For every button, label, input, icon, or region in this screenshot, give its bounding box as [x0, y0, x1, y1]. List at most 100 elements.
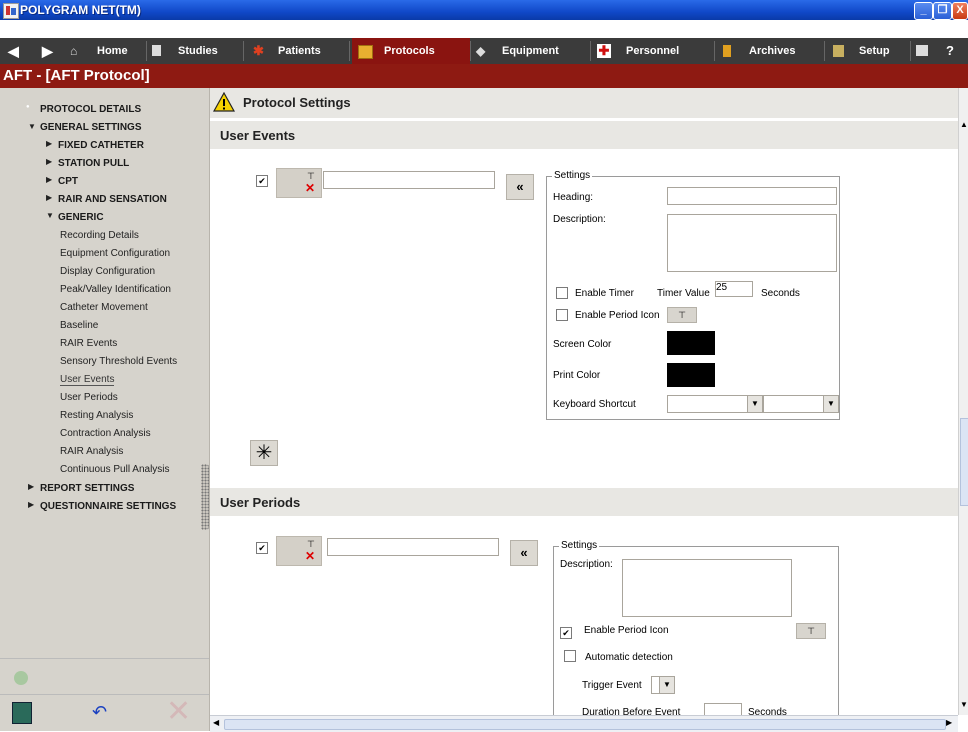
tree-item-user-events[interactable]: User Events [60, 374, 115, 386]
enable-period-icon-checkbox[interactable]: ✔ [560, 627, 572, 639]
forward-arrow-icon[interactable]: ▶ [42, 38, 60, 64]
sidebar-toolbar: ↶ ✕ [0, 658, 209, 732]
tree-item-catheter-movement[interactable]: Catheter Movement [60, 302, 148, 313]
expanded-arrow-icon[interactable]: ▼ [46, 211, 54, 220]
enable-timer-checkbox[interactable] [556, 287, 568, 299]
tree-item-sensory-threshold-events[interactable]: Sensory Threshold Events [60, 356, 177, 367]
close-window-button[interactable]: X [952, 2, 968, 20]
minimize-button[interactable]: _ [914, 2, 933, 20]
tree-item-continuous-pull-analysis[interactable]: Continuous Pull Analysis [60, 464, 170, 475]
user-event-icon-box[interactable]: ⊤ ✕ [276, 168, 322, 198]
description-label: Description: [560, 559, 613, 570]
vertical-scroll-thumb[interactable] [960, 418, 968, 506]
tree-item-rair-and-sensation[interactable]: RAIR AND SENSATION [58, 194, 167, 205]
period-icon-picker[interactable]: ⊤ [796, 623, 826, 639]
page-title: Protocol Settings [243, 95, 351, 110]
main-content: Protocol Settings User Events ✔ ⊤ ✕ « Se… [210, 88, 958, 715]
timer-value-input[interactable]: 25 [715, 281, 753, 297]
nav-equipment[interactable]: ◆ Equipment [474, 38, 584, 64]
period-description-textarea[interactable] [622, 559, 792, 617]
chevron-down-icon[interactable]: ▼ [823, 396, 838, 412]
nav-patients[interactable]: ✱ Patients [250, 38, 345, 64]
tree-item-station-pull[interactable]: STATION PULL [58, 158, 129, 169]
add-event-button[interactable]: ✳ [250, 440, 278, 466]
scroll-right-icon[interactable]: ▶ [946, 718, 952, 727]
tree-item-user-periods[interactable]: User Periods [60, 392, 118, 403]
vertical-scrollbar[interactable]: ▲ ▼ [958, 88, 968, 715]
add-item-icon[interactable] [14, 671, 28, 685]
nav-studies[interactable]: Studies [150, 38, 230, 64]
horizontal-scroll-thumb[interactable] [224, 719, 946, 730]
save-icon[interactable] [12, 702, 32, 724]
tree-item-equipment-configuration[interactable]: Equipment Configuration [60, 248, 170, 259]
automatic-detection-label: Automatic detection [585, 652, 673, 663]
tree-item-display-configuration[interactable]: Display Configuration [60, 266, 155, 277]
tree-item-peak-valley-identification[interactable]: Peak/Valley Identification [60, 284, 171, 295]
back-arrow-icon[interactable]: ◀ [8, 38, 28, 64]
user-period-icon-box[interactable]: ⊤ ✕ [276, 536, 322, 566]
period-icon-picker[interactable]: ⊤ [667, 307, 697, 323]
user-events-header: User Events [210, 121, 958, 149]
tree-item-protocol-details[interactable]: PROTOCOL DETAILS [40, 104, 141, 115]
trigger-event-select[interactable]: ▼ [651, 676, 675, 694]
splitter-handle[interactable] [201, 464, 209, 530]
tree-item-report-settings[interactable]: REPORT SETTINGS [40, 483, 134, 494]
screen-color-swatch[interactable] [667, 331, 715, 355]
scroll-down-icon[interactable]: ▼ [960, 700, 968, 709]
user-event-checkbox[interactable]: ✔ [256, 175, 268, 187]
tree-item-rair-analysis[interactable]: RAIR Analysis [60, 446, 123, 457]
expanded-arrow-icon[interactable]: ▼ [28, 122, 36, 131]
tree-item-recording-details[interactable]: Recording Details [60, 230, 139, 241]
horizontal-scrollbar[interactable]: ◀ ▶ [210, 715, 958, 732]
shortcut-modifier-select[interactable]: ▼ [667, 395, 763, 413]
print-color-swatch[interactable] [667, 363, 715, 387]
remove-icon[interactable]: ✕ [305, 549, 315, 563]
undo-icon[interactable]: ↶ [92, 703, 116, 721]
print-icon[interactable] [916, 38, 934, 64]
collapsed-arrow-icon[interactable]: ▶ [28, 482, 34, 491]
user-period-checkbox[interactable]: ✔ [256, 542, 268, 554]
collapsed-arrow-icon[interactable]: ▶ [46, 175, 52, 184]
maximize-button[interactable]: ❐ [933, 2, 952, 20]
nav-setup[interactable]: Setup [831, 38, 906, 64]
enable-period-icon-checkbox[interactable] [556, 309, 568, 321]
chevron-down-icon[interactable]: ▼ [747, 396, 762, 412]
tree-item-baseline[interactable]: Baseline [60, 320, 98, 331]
double-left-arrow-icon[interactable]: « [506, 174, 534, 200]
delete-disabled-icon: ✕ [166, 695, 192, 728]
help-button[interactable]: ? [946, 38, 960, 64]
tree-item-resting-analysis[interactable]: Resting Analysis [60, 410, 133, 421]
double-left-arrow-icon[interactable]: « [510, 540, 538, 566]
tree-item-fixed-catheter[interactable]: FIXED CATHETER [58, 140, 144, 151]
user-event-name-input[interactable] [323, 171, 495, 189]
nav-archives[interactable]: Archives [721, 38, 816, 64]
tree-item-questionnaire-settings[interactable]: QUESTIONNAIRE SETTINGS [40, 501, 176, 512]
remove-icon[interactable]: ✕ [305, 181, 315, 195]
user-periods-header: User Periods [210, 488, 958, 516]
collapsed-arrow-icon[interactable]: ▶ [28, 500, 34, 509]
automatic-detection-checkbox[interactable] [564, 650, 576, 662]
main-nav-bar: ◀ ▶ ⌂ Home Studies ✱ Patients Protocols … [0, 38, 968, 65]
description-textarea[interactable] [667, 214, 837, 272]
collapsed-arrow-icon[interactable]: ▶ [46, 193, 52, 202]
tree-item-contraction-analysis[interactable]: Contraction Analysis [60, 428, 151, 439]
shortcut-key-select[interactable]: ▼ [763, 395, 839, 413]
studies-icon [152, 45, 161, 56]
scroll-up-icon[interactable]: ▲ [960, 120, 968, 129]
user-period-name-input[interactable] [327, 538, 499, 556]
heading-input[interactable] [667, 187, 837, 205]
enable-timer-label: Enable Timer [575, 288, 634, 299]
collapsed-arrow-icon[interactable]: ▶ [46, 157, 52, 166]
nav-protocols[interactable]: Protocols [352, 38, 470, 64]
nav-home[interactable]: ⌂ Home [70, 38, 140, 64]
tree-item-cpt[interactable]: CPT [58, 176, 78, 187]
duration-before-input[interactable] [704, 703, 742, 715]
nav-personnel[interactable]: ✚ Personnel [597, 38, 707, 64]
collapsed-arrow-icon[interactable]: ▶ [46, 139, 52, 148]
scroll-left-icon[interactable]: ◀ [213, 718, 219, 727]
chevron-down-icon[interactable]: ▼ [659, 677, 674, 693]
tree-item-general-settings[interactable]: GENERAL SETTINGS [40, 122, 142, 133]
tree-item-generic[interactable]: GENERIC [58, 212, 104, 223]
seconds-label: Seconds [761, 288, 800, 299]
tree-item-rair-events[interactable]: RAIR Events [60, 338, 117, 349]
